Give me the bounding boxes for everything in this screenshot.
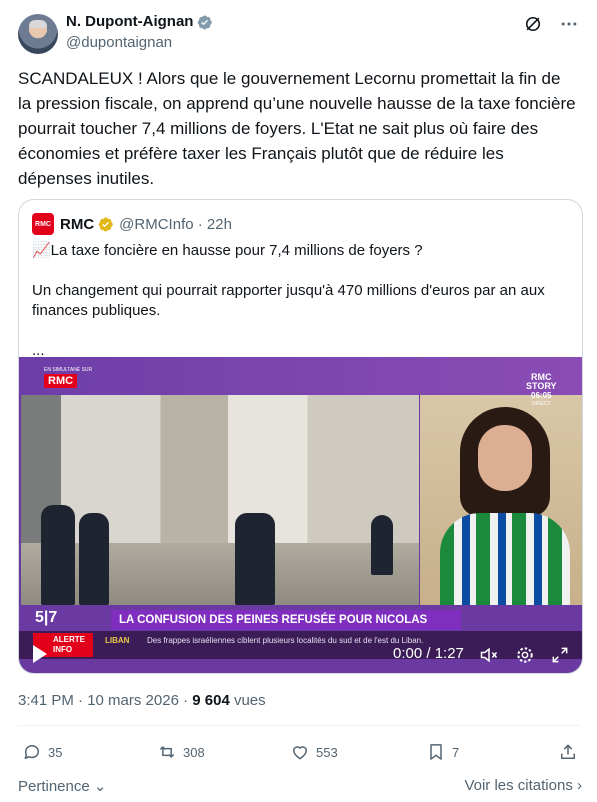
- tweet-text: SCANDALEUX ! Alors que le gouvernement L…: [18, 69, 576, 188]
- view-label: vues: [229, 692, 266, 709]
- quote-text: 📈La taxe foncière en hausse pour 7,4 mil…: [32, 241, 572, 361]
- repost-count: 308: [183, 744, 205, 760]
- quote-author-name[interactable]: RMC: [60, 216, 94, 233]
- chevron-down-icon: ⌄: [89, 778, 107, 795]
- avatar[interactable]: [18, 14, 58, 54]
- bookmark-icon: [430, 744, 442, 760]
- rmc-story-logo: RMC STORY 06:05 DIRECT: [526, 372, 557, 408]
- rmc-avatar[interactable]: RMC: [32, 213, 54, 235]
- tweet-meta: 3:41 PM · 10 mars 2026 · 9 604 vues: [18, 692, 266, 709]
- repost-button[interactable]: 308: [157, 742, 205, 762]
- like-button[interactable]: 553: [290, 742, 338, 762]
- quote-line-2: Un changement qui pourrait rapporter jus…: [32, 282, 545, 319]
- reply-icon: [24, 745, 39, 759]
- share-icon: [561, 744, 575, 759]
- action-bar: 35 308 553 7: [22, 742, 582, 766]
- reply-count: 35: [48, 744, 63, 760]
- video-duration: 0:00 / 1:27: [393, 645, 464, 662]
- sort-dropdown[interactable]: Pertinence ⌄: [18, 777, 106, 795]
- bookmark-count: 7: [452, 744, 460, 760]
- view-count: 9 604: [192, 692, 230, 709]
- author-block: N. Dupont-Aignan @dupontaignan: [66, 12, 213, 54]
- video-controls: 0:00 / 1:27: [19, 633, 582, 673]
- repost-icon: [159, 746, 175, 758]
- fullscreen-icon[interactable]: [550, 645, 570, 665]
- tweet-timestamp[interactable]: 3:41 PM · 10 mars 2026 ·: [18, 692, 192, 709]
- view-citations-link[interactable]: Voir les citations ›: [464, 777, 582, 794]
- video-simul-label: EN SIMULTANÉ SUR: [44, 367, 93, 373]
- author-handle[interactable]: @dupontaignan: [66, 32, 213, 54]
- quote-line-1: 📈La taxe foncière en hausse pour 7,4 mil…: [32, 242, 423, 259]
- reply-button[interactable]: 35: [22, 742, 62, 762]
- video-channel-logo: RMC: [44, 374, 78, 388]
- show-logo: 5|7: [35, 609, 58, 626]
- like-count: 553: [316, 744, 338, 760]
- volume-muted-icon[interactable]: [479, 645, 499, 665]
- video-headline-banner: LA CONFUSION DES PEINES REFUSÉE POUR NIC…: [111, 610, 461, 646]
- settings-gear-icon[interactable]: [515, 645, 535, 665]
- divider: [18, 725, 580, 726]
- quote-header: RMC RMC @RMCInfo · 22h: [32, 213, 232, 235]
- author-name[interactable]: N. Dupont-Aignan: [66, 12, 193, 32]
- video-top-band: [19, 357, 582, 395]
- more-options-icon[interactable]: [559, 14, 579, 34]
- video-player[interactable]: EN SIMULTANÉ SUR RMC RMC STORY 06:05 DIR…: [19, 357, 582, 673]
- heart-icon: [292, 746, 308, 760]
- video-courthouse-scene: [21, 395, 419, 605]
- grok-icon[interactable]: [523, 14, 543, 34]
- verified-gold-badge-icon: [98, 217, 113, 231]
- bookmark-button[interactable]: 7: [426, 742, 459, 762]
- video-presenter: [420, 395, 582, 605]
- share-button[interactable]: [558, 742, 584, 762]
- quote-handle-time[interactable]: @RMCInfo · 22h: [119, 216, 232, 233]
- quoted-tweet[interactable]: RMC RMC @RMCInfo · 22h 📈La taxe foncière…: [18, 199, 583, 674]
- citations-label: Voir les citations: [464, 777, 573, 794]
- sort-label: Pertinence: [18, 778, 90, 795]
- tweet-header: N. Dupont-Aignan @dupontaignan: [18, 12, 579, 56]
- verified-badge-icon: [198, 15, 213, 29]
- play-icon[interactable]: [33, 645, 47, 663]
- chevron-right-icon: ›: [572, 777, 582, 794]
